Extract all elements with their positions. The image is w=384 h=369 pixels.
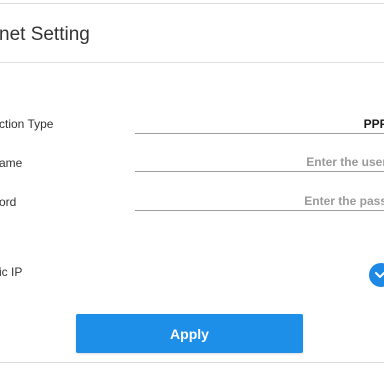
connection-type-value: PPF (363, 117, 384, 131)
password-label: ord (0, 195, 17, 209)
username-label: ame (0, 156, 23, 170)
connection-type-select[interactable]: PPF (135, 115, 384, 134)
dynamic-ip-label: ic IP (0, 265, 23, 279)
dynamic-ip-toggle[interactable] (369, 263, 384, 287)
internet-setting-panel: net Setting ction Type PPF ame ord ic IP… (0, 3, 384, 363)
password-input[interactable] (135, 192, 384, 211)
connection-type-label: ction Type (0, 117, 54, 131)
page-title: net Setting (0, 24, 90, 45)
chevron-down-icon (375, 272, 384, 278)
panel-header: net Setting (0, 4, 384, 63)
username-input[interactable] (135, 153, 384, 172)
apply-button[interactable]: Apply (76, 314, 303, 353)
